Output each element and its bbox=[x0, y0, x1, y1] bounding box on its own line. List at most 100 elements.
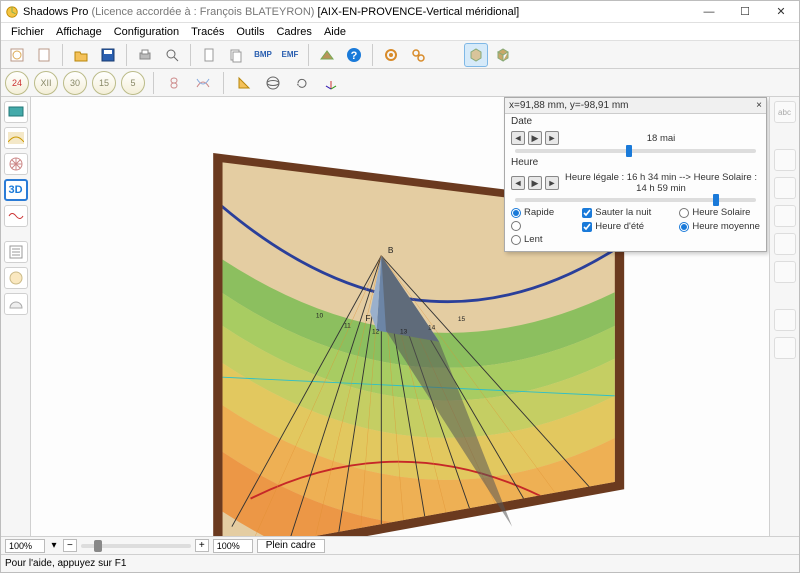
rp-rect-button[interactable] bbox=[774, 233, 796, 255]
dial-label-b: B bbox=[388, 245, 394, 255]
zoom-right-value[interactable]: 100% bbox=[213, 539, 253, 553]
zoom-slider[interactable] bbox=[81, 544, 191, 548]
zoom-plus-button[interactable]: + bbox=[195, 539, 209, 552]
settings-button[interactable] bbox=[379, 43, 403, 67]
view3d-button[interactable] bbox=[464, 43, 488, 67]
export-button[interactable] bbox=[315, 43, 339, 67]
hour-label: Heure bbox=[511, 157, 538, 168]
main-toolbar: BMP EMF ? bbox=[1, 41, 799, 69]
rp-polyline-button[interactable] bbox=[774, 177, 796, 199]
lp-circle-button[interactable] bbox=[4, 267, 28, 289]
curve-button[interactable] bbox=[191, 71, 215, 95]
check-sauter[interactable]: Sauter la nuit bbox=[582, 207, 651, 218]
round-xii-button[interactable]: XII bbox=[34, 71, 58, 95]
rp-paste-button[interactable] bbox=[774, 309, 796, 331]
hour-play-button[interactable]: ▶ bbox=[528, 176, 542, 190]
minimize-button[interactable]: — bbox=[691, 1, 727, 23]
menu-affichage[interactable]: Affichage bbox=[52, 26, 106, 38]
lp-screen-button[interactable] bbox=[4, 101, 28, 123]
lp-protractor-button[interactable] bbox=[4, 293, 28, 315]
round-5-button[interactable]: 5 bbox=[121, 71, 145, 95]
preview-button[interactable] bbox=[160, 43, 184, 67]
menu-bar: Fichier Affichage Configuration Tracés O… bbox=[1, 23, 799, 41]
round-15-button[interactable]: 15 bbox=[92, 71, 116, 95]
rp-import-button[interactable] bbox=[774, 337, 796, 359]
hour-prev-button[interactable]: ◄ bbox=[511, 176, 525, 190]
svg-text:10: 10 bbox=[316, 312, 324, 319]
rp-abc-button[interactable]: abc bbox=[774, 101, 796, 123]
check-ete[interactable]: Heure d'été bbox=[582, 221, 651, 232]
help-button[interactable]: ? bbox=[342, 43, 366, 67]
status-bar: Pour l'aide, appuyez sur F1 bbox=[1, 554, 799, 572]
title-bar: Shadows Pro (Licence accordée à : Franço… bbox=[1, 1, 799, 23]
maximize-button[interactable]: ☐ bbox=[727, 1, 763, 23]
radio-lent[interactable]: Lent bbox=[511, 234, 554, 245]
round-30-button[interactable]: 30 bbox=[63, 71, 87, 95]
menu-cadres[interactable]: Cadres bbox=[272, 26, 315, 38]
save-button[interactable] bbox=[96, 43, 120, 67]
hour-slider[interactable] bbox=[515, 198, 756, 202]
lp-3d-button[interactable]: 3D bbox=[4, 179, 28, 201]
zoom-bar: 100% ▾ − + 100% Plein cadre bbox=[1, 536, 799, 554]
rp-line-button[interactable] bbox=[774, 149, 796, 171]
svg-text:11: 11 bbox=[344, 323, 351, 330]
emf-button[interactable]: EMF bbox=[278, 43, 302, 67]
left-panel: 3D bbox=[1, 97, 31, 536]
lp-list-button[interactable] bbox=[4, 241, 28, 263]
page-button[interactable] bbox=[197, 43, 221, 67]
open-button[interactable] bbox=[69, 43, 93, 67]
dial-label-f: F bbox=[365, 313, 370, 323]
box-button[interactable] bbox=[491, 43, 515, 67]
menu-traces[interactable]: Tracés bbox=[187, 26, 228, 38]
date-slider[interactable] bbox=[515, 149, 756, 153]
full-frame-button[interactable]: Plein cadre bbox=[257, 539, 325, 553]
svg-text:12: 12 bbox=[372, 328, 380, 335]
secondary-toolbar: 24 XII 30 15 5 bbox=[1, 69, 799, 97]
new-doc-button[interactable] bbox=[32, 43, 56, 67]
print-button[interactable] bbox=[133, 43, 157, 67]
menu-configuration[interactable]: Configuration bbox=[110, 26, 183, 38]
radio-solaire[interactable]: Heure Solaire bbox=[679, 207, 760, 218]
zoom-minus-button[interactable]: − bbox=[63, 539, 77, 552]
menu-outils[interactable]: Outils bbox=[232, 26, 268, 38]
coords-readout: x=91,88 mm, y=-98,91 mm bbox=[509, 100, 629, 111]
svg-text:?: ? bbox=[351, 50, 358, 62]
triangle-button[interactable] bbox=[232, 71, 256, 95]
lp-wheel-button[interactable] bbox=[4, 153, 28, 175]
lp-wave-button[interactable] bbox=[4, 205, 28, 227]
right-panel: abc bbox=[769, 97, 799, 536]
viewport-3d[interactable]: B F 101112 131415 x=91,88 mm, y=-98,91 m… bbox=[31, 97, 769, 536]
lp-chart-button[interactable] bbox=[4, 127, 28, 149]
copy-button[interactable] bbox=[224, 43, 248, 67]
round-24-button[interactable]: 24 bbox=[5, 71, 29, 95]
radio-mid[interactable] bbox=[511, 221, 554, 231]
document-name: [AIX-EN-PROVENCE-Vertical méridional] bbox=[318, 6, 520, 18]
settings2-button[interactable] bbox=[406, 43, 430, 67]
info-floater[interactable]: x=91,88 mm, y=-98,91 mm × Date ◄ ▶ ► 18 … bbox=[504, 97, 767, 252]
axes-button[interactable] bbox=[319, 71, 343, 95]
radio-rapide[interactable]: Rapide bbox=[511, 207, 554, 218]
floater-close-button[interactable]: × bbox=[756, 100, 762, 111]
figure8-button[interactable] bbox=[162, 71, 186, 95]
zoom-left-value[interactable]: 100% bbox=[5, 539, 45, 553]
date-value: 18 mai bbox=[562, 133, 760, 144]
hour-next-button[interactable]: ► bbox=[545, 176, 559, 190]
svg-text:15: 15 bbox=[458, 316, 466, 323]
radio-moyenne[interactable]: Heure moyenne bbox=[679, 221, 760, 232]
menu-fichier[interactable]: Fichier bbox=[7, 26, 48, 38]
rotate-button[interactable] bbox=[290, 71, 314, 95]
new-sundial-button[interactable] bbox=[5, 43, 29, 67]
status-help-text: Pour l'aide, appuyez sur F1 bbox=[5, 558, 126, 569]
date-play-button[interactable]: ▶ bbox=[528, 131, 542, 145]
close-button[interactable]: ✕ bbox=[763, 1, 799, 23]
rp-arc-button[interactable] bbox=[774, 205, 796, 227]
svg-text:13: 13 bbox=[400, 328, 408, 335]
bmp-button[interactable]: BMP bbox=[251, 43, 275, 67]
globe-button[interactable] bbox=[261, 71, 285, 95]
date-label: Date bbox=[511, 116, 532, 127]
app-name: Shadows Pro bbox=[23, 6, 88, 18]
date-next-button[interactable]: ► bbox=[545, 131, 559, 145]
rp-circle-button[interactable] bbox=[774, 261, 796, 283]
date-prev-button[interactable]: ◄ bbox=[511, 131, 525, 145]
menu-aide[interactable]: Aide bbox=[320, 26, 350, 38]
